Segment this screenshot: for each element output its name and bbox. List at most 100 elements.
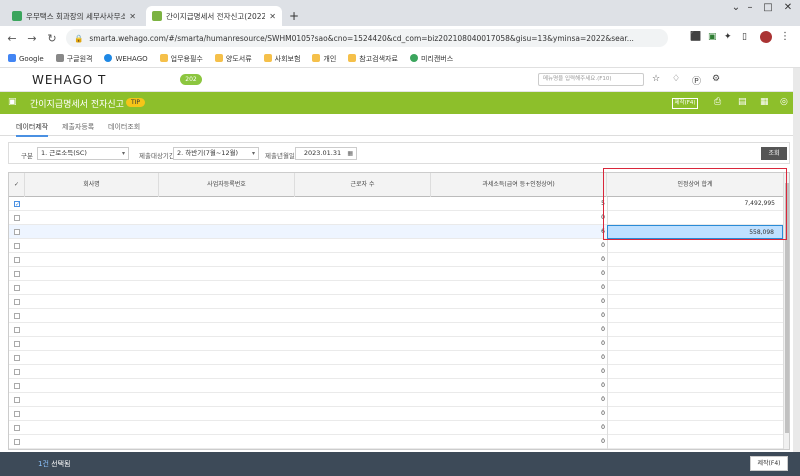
bonus-total-cell[interactable] bbox=[607, 323, 783, 337]
table-row[interactable]: 0 bbox=[9, 407, 783, 421]
row-checkbox[interactable] bbox=[14, 257, 20, 263]
puzzle-icon[interactable]: ✦ bbox=[724, 32, 732, 42]
bookmark-item[interactable]: 양도서류 bbox=[214, 53, 252, 64]
logo[interactable]: WEHAGO T bbox=[32, 73, 106, 87]
view-button[interactable]: 제작(F4) bbox=[672, 98, 698, 109]
taxable-income-cell[interactable]: 0 bbox=[569, 270, 605, 277]
row-checkbox[interactable] bbox=[14, 383, 20, 389]
header-workers[interactable]: 근로자 수 bbox=[295, 173, 431, 197]
table-row[interactable]: 0 bbox=[9, 323, 783, 337]
period-select[interactable]: 2. 하반기(7월~12월) ▾ bbox=[173, 147, 259, 160]
more-icon[interactable]: ⋮ bbox=[780, 31, 790, 42]
bonus-total-cell[interactable] bbox=[607, 379, 783, 393]
bookmark-item[interactable]: 미리캔버스 bbox=[409, 53, 453, 64]
bonus-total-cell[interactable] bbox=[607, 239, 783, 253]
row-checkbox[interactable] bbox=[14, 271, 20, 277]
table-row[interactable]: 0 bbox=[9, 253, 783, 267]
taxable-income-cell[interactable]: 0 bbox=[569, 312, 605, 319]
header-taxable-income[interactable]: 과세소득(급여 등+인정상여) bbox=[431, 173, 607, 197]
back-arrow-icon[interactable]: ← bbox=[4, 32, 20, 45]
row-checkbox[interactable] bbox=[14, 341, 20, 347]
row-checkbox[interactable] bbox=[14, 299, 20, 305]
forward-arrow-icon[interactable]: → bbox=[24, 32, 40, 45]
row-checkbox[interactable] bbox=[14, 369, 20, 375]
type-select[interactable]: 1. 근로소득(SC) ▾ bbox=[37, 147, 129, 160]
row-checkbox[interactable] bbox=[14, 313, 20, 319]
taxable-income-cell[interactable]: 6 bbox=[569, 228, 605, 235]
bonus-total-cell[interactable] bbox=[607, 365, 783, 379]
taxable-income-cell[interactable]: 0 bbox=[569, 298, 605, 305]
menu-icon[interactable]: ▣ bbox=[8, 97, 17, 107]
bonus-total-cell[interactable] bbox=[607, 393, 783, 407]
row-checkbox[interactable]: ✓ bbox=[14, 201, 20, 208]
row-checkbox[interactable] bbox=[14, 229, 20, 235]
bonus-total-cell[interactable] bbox=[607, 407, 783, 421]
new-tab-button[interactable]: + bbox=[286, 8, 302, 24]
table-row[interactable]: 0 bbox=[9, 239, 783, 253]
row-checkbox[interactable] bbox=[14, 425, 20, 431]
close-icon[interactable]: ✕ bbox=[269, 12, 276, 21]
taxable-income-cell[interactable]: 0 bbox=[569, 214, 605, 221]
tab-data-create[interactable]: 데이터제작 bbox=[16, 122, 49, 137]
taxable-income-cell[interactable]: 5 bbox=[569, 200, 605, 207]
refresh-icon[interactable]: ◎ bbox=[780, 97, 788, 107]
print-icon[interactable]: ⎙ bbox=[714, 97, 721, 107]
bonus-total-cell[interactable] bbox=[607, 337, 783, 351]
select-all-checkbox[interactable]: ✓ bbox=[9, 173, 25, 197]
row-checkbox[interactable] bbox=[14, 397, 20, 403]
bookmark-item[interactable]: 사회보험 bbox=[263, 53, 300, 64]
bonus-total-cell[interactable] bbox=[607, 281, 783, 295]
bookmark-item[interactable]: Google bbox=[8, 54, 44, 63]
minimize-icon[interactable]: – bbox=[740, 2, 760, 13]
table-row[interactable]: 0 bbox=[9, 267, 783, 281]
row-checkbox[interactable] bbox=[14, 411, 20, 417]
table-row[interactable]: 0 bbox=[9, 337, 783, 351]
extension-icon[interactable]: ⬛ bbox=[690, 32, 701, 42]
calc-icon[interactable]: ▦ bbox=[760, 97, 769, 107]
reload-icon[interactable]: ↻ bbox=[44, 32, 60, 45]
bonus-total-cell[interactable] bbox=[607, 295, 783, 309]
menu-search-input[interactable]: 메뉴명을 입력해주세요.(F10) bbox=[538, 73, 644, 86]
taxable-income-cell[interactable]: 0 bbox=[569, 256, 605, 263]
bookmark-item[interactable]: 구글원격 bbox=[55, 53, 92, 64]
extension-icon[interactable]: ▣ bbox=[708, 32, 717, 42]
taxable-income-cell[interactable]: 0 bbox=[569, 438, 605, 445]
table-row[interactable]: 0 bbox=[9, 379, 783, 393]
bonus-total-cell[interactable] bbox=[607, 351, 783, 365]
browser-tab-1[interactable]: 우무택스 회과장의 세무사사무소 ✕ bbox=[6, 6, 142, 26]
close-window-icon[interactable]: ✕ bbox=[778, 2, 798, 13]
bonus-total-cell[interactable] bbox=[607, 253, 783, 267]
calendar-icon[interactable]: ▦ bbox=[347, 148, 353, 159]
taxable-income-cell[interactable]: 0 bbox=[569, 368, 605, 375]
table-row[interactable]: 0 bbox=[9, 393, 783, 407]
date-input[interactable]: 2023.01.31 ▦ bbox=[295, 147, 357, 160]
bell-icon[interactable]: ♢ bbox=[672, 74, 680, 84]
taxable-income-cell[interactable]: 0 bbox=[569, 326, 605, 333]
row-checkbox[interactable] bbox=[14, 327, 20, 333]
bonus-total-cell[interactable] bbox=[607, 435, 783, 449]
browser-tab-2[interactable]: 간이지급명세서 전자신고(2022) ✕ bbox=[146, 6, 282, 26]
table-row[interactable]: 0 bbox=[9, 295, 783, 309]
table-row[interactable]: 0 bbox=[9, 421, 783, 435]
bonus-total-cell[interactable] bbox=[607, 309, 783, 323]
taxable-income-cell[interactable]: 0 bbox=[569, 396, 605, 403]
header-bizno[interactable]: 사업자등록번호 bbox=[159, 173, 295, 197]
row-checkbox[interactable] bbox=[14, 439, 20, 445]
bookmark-item[interactable]: 업무용필수 bbox=[159, 53, 203, 64]
bonus-total-cell[interactable] bbox=[607, 267, 783, 281]
taxable-income-cell[interactable]: 0 bbox=[569, 284, 605, 291]
header-company[interactable]: 회사명 bbox=[25, 173, 159, 197]
taxable-income-cell[interactable]: 0 bbox=[569, 410, 605, 417]
bookmark-item[interactable]: 개인 bbox=[312, 53, 336, 64]
table-row[interactable]: 0 bbox=[9, 309, 783, 323]
row-checkbox[interactable] bbox=[14, 215, 20, 221]
taxable-income-cell[interactable]: 0 bbox=[569, 340, 605, 347]
row-checkbox[interactable] bbox=[14, 355, 20, 361]
row-checkbox[interactable] bbox=[14, 285, 20, 291]
delete-icon[interactable]: ▤ bbox=[738, 97, 747, 107]
taxable-income-cell[interactable]: 0 bbox=[569, 424, 605, 431]
bookmark-item[interactable]: WEHAGO bbox=[104, 54, 148, 63]
row-checkbox[interactable] bbox=[14, 243, 20, 249]
sidebar-icon[interactable]: ▯ bbox=[742, 32, 747, 42]
settings-icon[interactable]: ⚙ bbox=[712, 74, 720, 84]
